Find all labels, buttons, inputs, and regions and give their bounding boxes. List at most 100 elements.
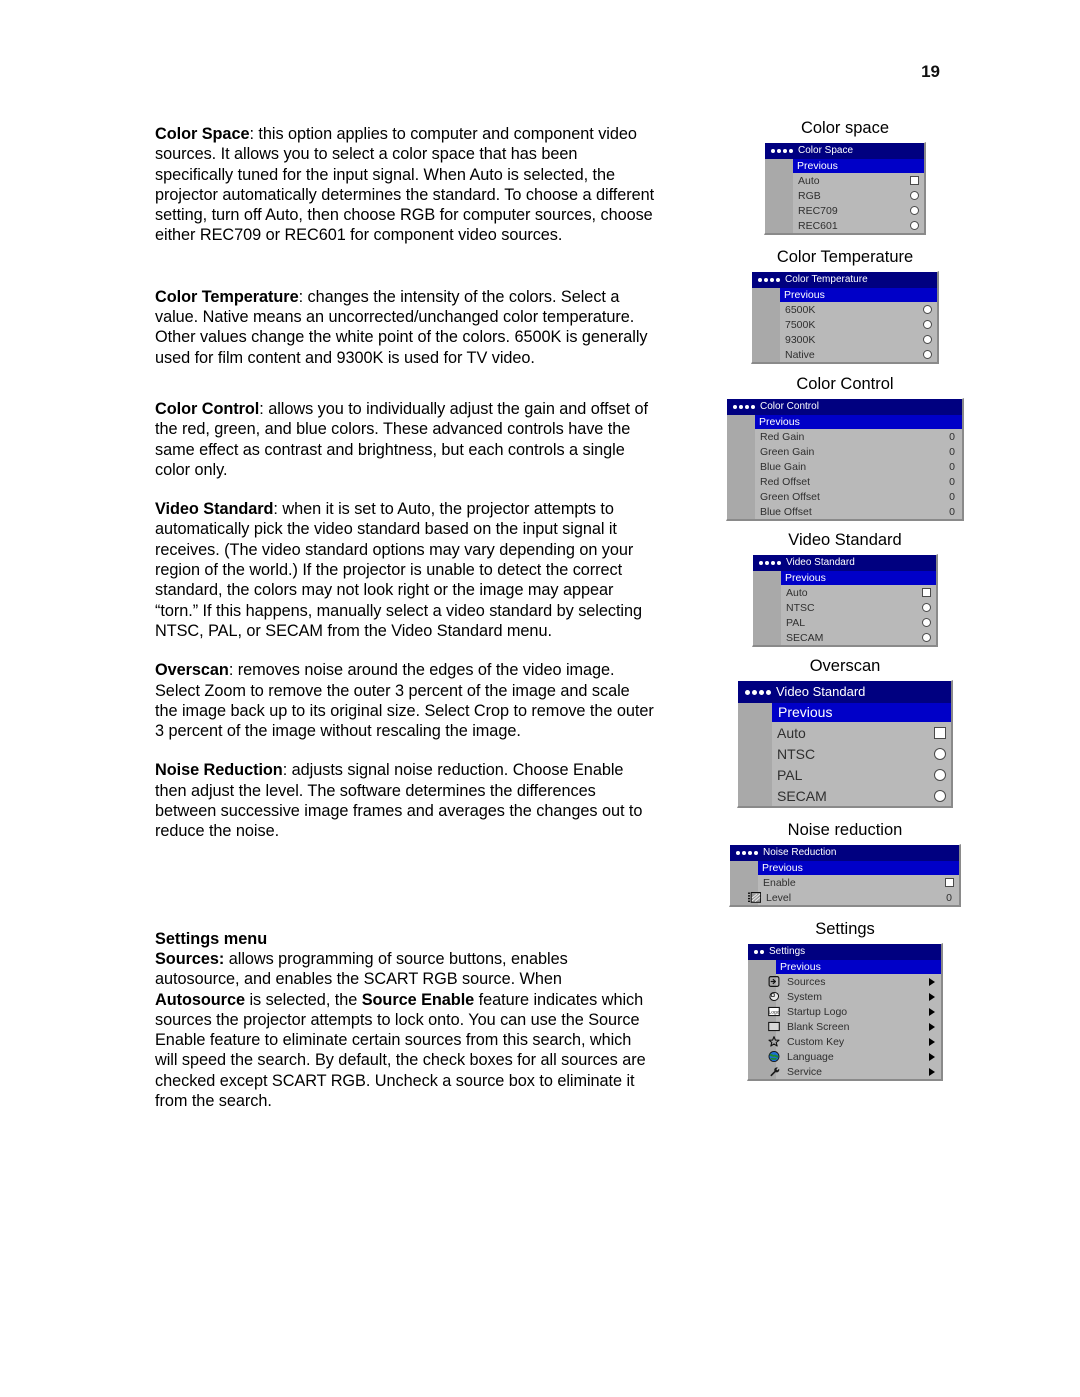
chevron-right-icon[interactable] [929,1007,935,1016]
osd-row-label: Red Gain [760,430,805,443]
osd-row-blue-gain[interactable]: Blue Gain 0 [727,459,962,474]
checkbox-auto[interactable] [910,176,919,185]
osd-row-label: Blue Gain [760,460,807,473]
radio-pal[interactable] [922,618,931,627]
paragraph-color-space: Color Space: this option applies to comp… [155,124,655,246]
osd-row-label: Sources [787,975,826,988]
radio-native[interactable] [923,350,932,359]
osd-title-bar-color-space: Color Space [765,143,924,159]
radio-pal[interactable] [934,768,946,781]
osd-row-secam[interactable]: SECAM [738,785,951,806]
radio-rgb[interactable] [910,191,919,200]
osd-caption-overscan: Overscan [809,657,881,675]
osd-row-pal[interactable]: PAL [753,615,936,630]
osd-row-secam[interactable]: SECAM [753,630,936,645]
radio-secam[interactable] [934,789,946,802]
osd-row-level[interactable]: Level 0 [730,890,959,905]
osd-row-auto[interactable]: Auto [753,585,936,600]
radio-7500k[interactable] [923,320,932,329]
osd-row-auto[interactable]: Auto [765,173,924,188]
osd-screenshot-column: Color space Color Space Previous Auto RGB REC… [680,118,1010,1095]
osd-row-native[interactable]: Native [752,347,937,362]
osd-row-green-gain[interactable]: Green Gain 0 [727,444,962,459]
osd-previous-item-color-temperature[interactable]: Previous [780,288,937,302]
chevron-right-icon[interactable] [929,1037,935,1046]
osd-row-label: Auto [786,586,808,599]
term-color-temperature: Color Temperature [155,287,299,306]
osd-row-pal[interactable]: PAL [738,764,951,785]
radio-6500k[interactable] [923,305,932,314]
osd-previous-item-video-standard[interactable]: Previous [781,571,936,585]
osd-previous-item-settings[interactable]: Previous [776,960,941,974]
osd-previous-item-noise-reduction[interactable]: Previous [758,861,959,875]
paragraph-color-control: Color Control: allows you to individuall… [155,399,655,480]
osd-row-label: PAL [786,616,806,629]
chevron-right-icon[interactable] [929,1067,935,1076]
osd-row-green-offset[interactable]: Green Offset 0 [727,489,962,504]
osd-row-red-offset[interactable]: Red Offset 0 [727,474,962,489]
osd-previous-item-overscan[interactable]: Previous [772,703,951,722]
radio-9300k[interactable] [923,335,932,344]
osd-row-system[interactable]: System [748,989,941,1004]
term-source-enable: Source Enable [361,990,475,1009]
checkbox-auto[interactable] [922,588,931,597]
osd-row-rec601[interactable]: REC601 [765,218,924,233]
wrench-icon [767,1065,781,1078]
chevron-right-icon[interactable] [929,1022,935,1031]
osd-row-language[interactable]: Language [748,1049,941,1064]
chevron-right-icon[interactable] [929,977,935,986]
osd-row-blank-screen[interactable]: Blank Screen [748,1019,941,1034]
osd-previous-item-color-space[interactable]: Previous [793,159,924,173]
osd-previous-item-color-control[interactable]: Previous [755,415,962,429]
checkbox-auto[interactable] [934,726,946,739]
chevron-right-icon[interactable] [929,1052,935,1061]
radio-rec601[interactable] [910,221,919,230]
osd-row-custom-key[interactable]: Custom Key [748,1034,941,1049]
osd-panel-overscan: Video Standard Previous Auto NTSC PAL SECAM [737,680,953,808]
osd-row-service[interactable]: Service [748,1064,941,1079]
osd-row-label: System [787,990,823,1003]
osd-row-label: 9300K [785,333,816,346]
term-overscan: Overscan [155,661,229,680]
osd-row-rec709[interactable]: REC709 [765,203,924,218]
menu-level-dots-icon [756,278,780,282]
osd-row-startup-logo[interactable]: Logo Startup Logo [748,1004,941,1019]
osd-title-label: Color Space [798,145,854,156]
osd-row-auto[interactable]: Auto [738,722,951,743]
osd-row-6500k[interactable]: 6500K [752,302,937,317]
osd-row-label: Custom Key [787,1035,845,1048]
osd-row-label: Auto [798,174,820,187]
menu-level-dots-icon [757,561,781,565]
osd-row-label: PAL [777,766,803,783]
osd-row-label: RGB [798,189,821,202]
osd-row-label: SECAM [777,787,827,804]
osd-row-7500k[interactable]: 7500K [752,317,937,332]
osd-caption-color-temperature: Color Temperature [776,248,914,266]
osd-row-ntsc[interactable]: NTSC [738,743,951,764]
osd-row-sources[interactable]: Sources [748,974,941,989]
radio-ntsc[interactable] [934,747,946,760]
osd-title-bar-overscan: Video Standard [738,681,951,703]
osd-title-bar-noise-reduction: Noise Reduction [730,845,959,861]
menu-level-dots-icon [731,405,755,409]
checkbox-enable[interactable] [945,878,954,887]
osd-row-enable[interactable]: Enable [730,875,959,890]
radio-rec709[interactable] [910,206,919,215]
osd-row-label: Enable [763,876,796,889]
osd-row-red-gain[interactable]: Red Gain 0 [727,429,962,444]
osd-row-9300k[interactable]: 9300K [752,332,937,347]
osd-caption-color-space: Color space [800,119,890,137]
osd-row-label: Auto [777,724,806,741]
chevron-right-icon[interactable] [929,992,935,1001]
osd-row-ntsc[interactable]: NTSC [753,600,936,615]
term-video-standard: Video Standard [155,500,274,519]
radio-secam[interactable] [922,633,931,642]
radio-ntsc[interactable] [922,603,931,612]
osd-title-label: Video Standard [776,684,866,699]
osd-row-blue-offset[interactable]: Blue Offset 0 [727,504,962,519]
level-pattern-icon [748,892,762,903]
paragraph-color-temperature: Color Temperature: changes the intensity… [155,287,655,368]
osd-row-rgb[interactable]: RGB [765,188,924,203]
osd-caption-noise-reduction: Noise reduction [787,821,903,839]
